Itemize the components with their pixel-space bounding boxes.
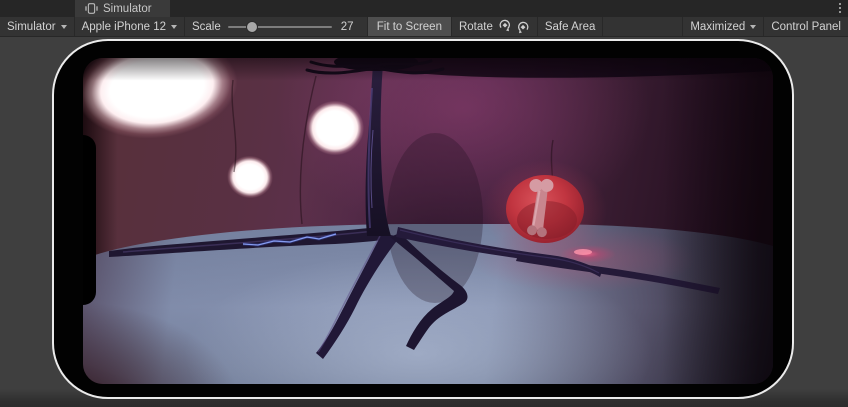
scale-value: 27: [341, 17, 367, 36]
scale-label: Scale: [192, 21, 221, 33]
chevron-down-icon: [171, 25, 177, 29]
scene-objects: [83, 58, 773, 384]
tab-title: Simulator: [103, 3, 152, 15]
device-dropdown-label: Apple iPhone 12: [82, 21, 166, 33]
fit-to-screen-button[interactable]: Fit to Screen: [368, 17, 451, 36]
red-egg-with-bone: [483, 160, 607, 260]
scale-control: Scale: [185, 17, 341, 36]
device-simulator-icon: [85, 3, 98, 14]
rotate-ccw-icon: [516, 20, 530, 34]
rotate-ccw-button[interactable]: [516, 20, 530, 34]
control-panel-button[interactable]: Control Panel: [764, 17, 848, 36]
simulator-view-dropdown-label: Simulator: [7, 21, 56, 33]
window-mode-dropdown[interactable]: Maximized: [683, 17, 763, 36]
simulator-window: Simulator Simulator Apple iPhone 12 Scal…: [0, 0, 848, 407]
rotate-cw-icon: [498, 18, 512, 35]
device-dropdown[interactable]: Apple iPhone 12: [75, 17, 184, 36]
chevron-down-icon: [61, 25, 67, 29]
scale-slider-track[interactable]: [228, 26, 332, 28]
simulator-view-dropdown[interactable]: Simulator: [0, 17, 74, 36]
iphone-12-frame: [52, 39, 794, 399]
simulator-viewport: [0, 37, 848, 407]
tab-simulator[interactable]: Simulator: [75, 0, 170, 17]
tab-bar: Simulator: [0, 0, 848, 17]
iphone-notch: [83, 135, 96, 305]
toolbar: Simulator Apple iPhone 12 Scale 27 Fit t…: [0, 17, 848, 37]
tree-trunk: [366, 64, 391, 236]
scale-slider-thumb[interactable]: [247, 22, 257, 32]
safe-area-toggle[interactable]: Safe Area: [538, 17, 603, 36]
toolbar-spacer: [603, 17, 682, 36]
rotate-label: Rotate: [459, 21, 493, 33]
window-mode-dropdown-label: Maximized: [690, 21, 745, 33]
rotate-cw-button[interactable]: [498, 18, 512, 35]
scale-slider[interactable]: [228, 17, 332, 36]
rotate-control: Rotate: [452, 17, 537, 36]
device-screen-game-view[interactable]: [83, 58, 773, 384]
kebab-menu-icon[interactable]: [839, 3, 841, 13]
chevron-down-icon: [750, 25, 756, 29]
